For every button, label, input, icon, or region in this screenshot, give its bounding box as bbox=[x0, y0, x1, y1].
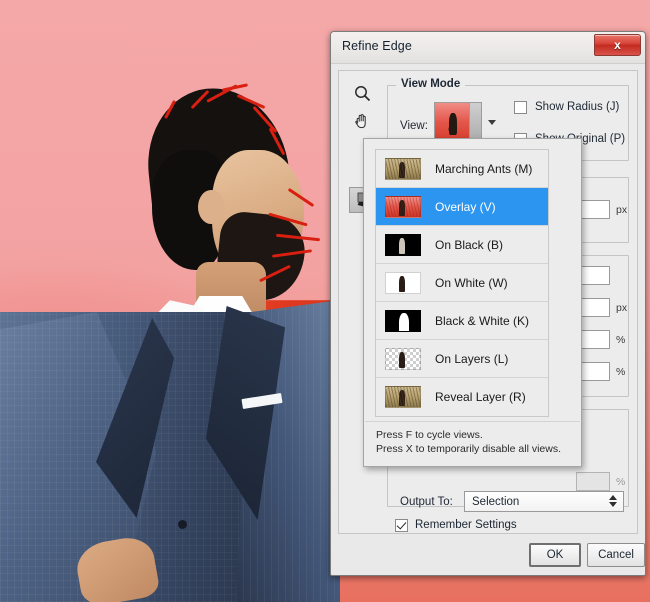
view-label: View: bbox=[400, 120, 428, 132]
thumbnail-on-layers bbox=[385, 348, 421, 370]
ok-button-label: OK bbox=[547, 549, 564, 561]
output-to-value: Selection bbox=[465, 496, 519, 508]
remember-settings-label: Remember Settings bbox=[415, 519, 517, 531]
thumbnail-marching-ants bbox=[385, 158, 421, 180]
thumbnail-figure bbox=[399, 238, 405, 254]
view-option-on-white[interactable]: On White (W) bbox=[376, 264, 548, 302]
zoom-tool[interactable] bbox=[347, 79, 377, 107]
decontaminate-amount-unit: % bbox=[616, 476, 625, 488]
view-mode-title: View Mode bbox=[396, 78, 465, 90]
view-option-label: On Layers (L) bbox=[435, 352, 508, 366]
help-line-2: Press X to temporarily disable all views… bbox=[376, 442, 561, 456]
cancel-button-label: Cancel bbox=[598, 549, 634, 561]
thumbnail-black-and-white bbox=[385, 310, 421, 332]
dropdown-divider bbox=[365, 421, 580, 422]
show-radius-checkbox[interactable] bbox=[514, 101, 527, 114]
hand-tool[interactable] bbox=[347, 107, 377, 135]
view-option-marching-ants[interactable]: Marching Ants (M) bbox=[376, 150, 548, 188]
help-line-1: Press F to cycle views. bbox=[376, 428, 561, 442]
view-option-label: On White (W) bbox=[435, 276, 508, 290]
hand-icon bbox=[353, 112, 371, 130]
view-option-on-black[interactable]: On Black (B) bbox=[376, 226, 548, 264]
view-option-reveal-layer[interactable]: Reveal Layer (R) bbox=[376, 378, 548, 416]
thumbnail-on-white bbox=[385, 272, 421, 294]
thumbnail-figure bbox=[399, 200, 405, 216]
output-to-select[interactable]: Selection bbox=[464, 491, 624, 512]
decontaminate-amount-field[interactable] bbox=[576, 472, 610, 491]
close-button[interactable]: x bbox=[594, 34, 641, 56]
magnifier-icon bbox=[354, 85, 371, 102]
thumbnail-reveal-layer bbox=[385, 386, 421, 408]
contrast-unit: % bbox=[616, 334, 625, 346]
output-to-label: Output To: bbox=[400, 496, 453, 508]
chevron-down-icon bbox=[609, 502, 617, 507]
close-icon: x bbox=[595, 35, 640, 55]
thumbnail-overlay bbox=[385, 196, 421, 218]
thumbnail-figure bbox=[399, 162, 405, 178]
thumbnail-figure bbox=[399, 352, 405, 368]
view-mode-option-list: Marching Ants (M) Overlay (V) On Black (… bbox=[375, 149, 549, 417]
view-option-on-layers[interactable]: On Layers (L) bbox=[376, 340, 548, 378]
radius-unit: px bbox=[616, 204, 627, 216]
view-option-label: Overlay (V) bbox=[435, 200, 496, 214]
chevron-up-icon bbox=[609, 495, 617, 500]
ok-button[interactable]: OK bbox=[529, 543, 581, 567]
view-option-label: Reveal Layer (R) bbox=[435, 390, 526, 404]
subject-ear bbox=[198, 190, 224, 224]
dropdown-help-text: Press F to cycle views. Press X to tempo… bbox=[376, 428, 561, 456]
feather-unit: px bbox=[616, 302, 627, 314]
view-option-black-and-white[interactable]: Black & White (K) bbox=[376, 302, 548, 340]
show-radius-label: Show Radius (J) bbox=[535, 101, 619, 113]
thumbnail-silhouette bbox=[399, 313, 409, 332]
shift-edge-unit: % bbox=[616, 366, 625, 378]
thumbnail-on-black bbox=[385, 234, 421, 256]
cancel-button[interactable]: Cancel bbox=[587, 543, 645, 567]
view-option-label: On Black (B) bbox=[435, 238, 503, 252]
thumbnail-figure bbox=[399, 390, 405, 406]
subject-suit-button bbox=[178, 520, 187, 529]
view-option-label: Black & White (K) bbox=[435, 314, 529, 328]
spinner-icon bbox=[609, 495, 617, 507]
remember-settings-checkbox[interactable] bbox=[395, 519, 408, 532]
chevron-down-icon[interactable] bbox=[488, 120, 496, 125]
view-mode-dropdown[interactable]: Marching Ants (M) Overlay (V) On Black (… bbox=[363, 138, 582, 467]
view-option-overlay[interactable]: Overlay (V) bbox=[376, 188, 548, 226]
dialog-titlebar[interactable]: Refine Edge x bbox=[331, 32, 645, 64]
screen: Refine Edge x bbox=[0, 0, 650, 602]
thumbnail-figure bbox=[399, 276, 405, 292]
thumbnail-figure bbox=[449, 113, 457, 135]
view-option-label: Marching Ants (M) bbox=[435, 162, 532, 176]
dialog-title: Refine Edge bbox=[342, 39, 412, 53]
